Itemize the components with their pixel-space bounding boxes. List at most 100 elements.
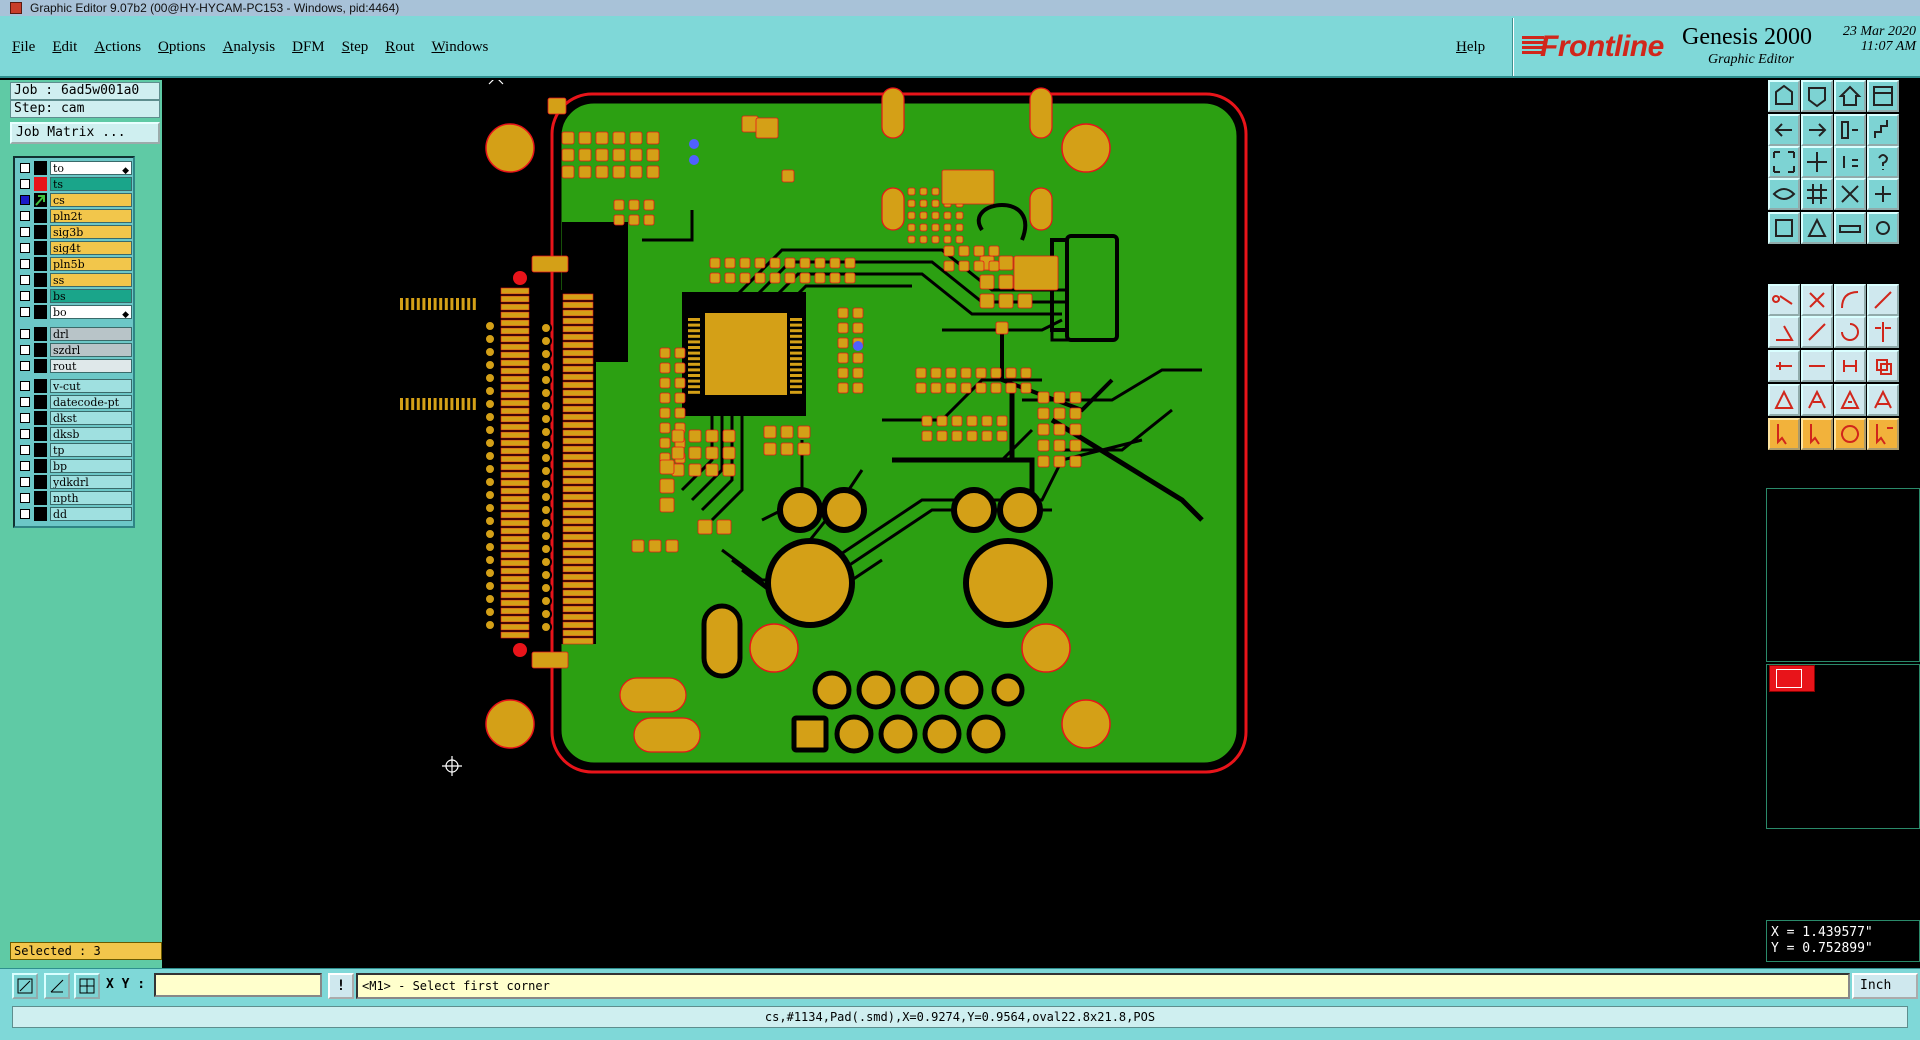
layer-name[interactable]: drl — [50, 327, 132, 341]
layer-name[interactable]: bp — [50, 459, 132, 473]
layer-row-cs[interactable]: cs — [17, 192, 133, 208]
copy-icon[interactable] — [1867, 350, 1899, 382]
selection-preview[interactable] — [1766, 664, 1920, 829]
layer-checkbox[interactable] — [20, 243, 30, 253]
layer-name[interactable]: ts — [50, 177, 132, 191]
layer-name[interactable]: pln5b — [50, 257, 132, 271]
layer-row-datecode-pt[interactable]: datecode-pt — [17, 394, 133, 410]
outline-icon[interactable] — [1834, 384, 1866, 416]
ruler-icon[interactable] — [1834, 212, 1866, 244]
layer-name[interactable]: v-cut — [50, 379, 132, 393]
rectangle-icon[interactable] — [1801, 212, 1833, 244]
layer-checkbox[interactable] — [20, 361, 30, 371]
job-matrix-button[interactable]: Job Matrix ... — [10, 122, 160, 144]
snap-icon[interactable] — [1834, 114, 1866, 146]
layer-color-swatch[interactable] — [34, 475, 47, 489]
layer-name[interactable]: datecode-pt — [50, 395, 132, 409]
layer-checkbox[interactable] — [20, 445, 30, 455]
layer-checkbox[interactable] — [20, 179, 30, 189]
select-icon[interactable] — [1801, 418, 1833, 450]
page-up-icon[interactable] — [1768, 80, 1800, 112]
select-area-icon[interactable] — [1768, 212, 1800, 244]
layer-color-swatch[interactable] — [34, 427, 47, 441]
layer-checkbox[interactable] — [20, 413, 30, 423]
layer-row-v-cut[interactable]: v-cut — [17, 378, 133, 394]
pointer-icon[interactable] — [1768, 418, 1800, 450]
layer-color-swatch[interactable] — [34, 507, 47, 521]
overview-window[interactable] — [1766, 488, 1920, 662]
drill-icon[interactable] — [1768, 350, 1800, 382]
layer-color-swatch[interactable] — [34, 161, 47, 175]
menu-actions[interactable]: Actions — [94, 39, 141, 56]
graphic-canvas[interactable] — [162, 80, 1766, 968]
measure-icon[interactable] — [44, 973, 70, 999]
layer-color-swatch[interactable] — [34, 343, 47, 357]
layer-name[interactable]: ydkdrl — [50, 475, 132, 489]
layer-color-swatch[interactable] — [34, 359, 47, 373]
layer-color-swatch[interactable] — [34, 491, 47, 505]
layer-checkbox[interactable] — [20, 381, 30, 391]
layer-row-dkst[interactable]: dkst — [17, 410, 133, 426]
layer-color-swatch[interactable] — [34, 225, 47, 239]
zoom-fit-icon[interactable] — [1801, 146, 1833, 178]
layer-checkbox[interactable] — [20, 493, 30, 503]
layer-name[interactable]: npth — [50, 491, 132, 505]
link-icon[interactable] — [1867, 178, 1899, 210]
triangle-icon[interactable] — [1768, 384, 1800, 416]
layer-color-swatch[interactable] — [34, 241, 47, 255]
question-icon[interactable] — [1867, 146, 1899, 178]
layer-name[interactable]: dkst — [50, 411, 132, 425]
layer-checkbox[interactable] — [20, 345, 30, 355]
layer-color-swatch[interactable] — [34, 177, 47, 191]
window-icon[interactable] — [1867, 80, 1899, 112]
measure-icon[interactable] — [1834, 350, 1866, 382]
layer-name[interactable]: dksb — [50, 427, 132, 441]
menu-step[interactable]: Step — [342, 39, 369, 56]
layer-row-bp[interactable]: bp — [17, 458, 133, 474]
pad-icon[interactable] — [1867, 212, 1899, 244]
layer-color-swatch[interactable] — [34, 273, 47, 287]
delete-icon[interactable] — [1801, 284, 1833, 316]
menu-windows[interactable]: Windows — [431, 39, 488, 56]
layer-name[interactable]: cs — [50, 193, 132, 207]
layer-row-sig4t[interactable]: sig4t — [17, 240, 133, 256]
home-icon[interactable] — [1834, 80, 1866, 112]
menu-options[interactable]: Options — [158, 39, 206, 56]
route-icon[interactable] — [1801, 350, 1833, 382]
layer-color-swatch[interactable] — [34, 209, 47, 223]
layer-row-to[interactable]: to ◆ — [17, 160, 133, 176]
grid-icon[interactable] — [74, 973, 100, 999]
pan-left-icon[interactable] — [1768, 114, 1800, 146]
menu-analysis[interactable]: Analysis — [223, 39, 276, 56]
layer-checkbox[interactable] — [20, 195, 30, 205]
layer-row-rout[interactable]: rout — [17, 358, 133, 374]
layer-checkbox[interactable] — [20, 429, 30, 439]
layer-color-swatch[interactable] — [34, 411, 47, 425]
layer-dropdown-icon[interactable]: ◆ — [122, 308, 129, 318]
layer-color-swatch[interactable] — [34, 305, 47, 319]
fit-screen-icon[interactable] — [1768, 146, 1800, 178]
menu-dfm[interactable]: DFM — [292, 39, 325, 56]
layer-row-bo[interactable]: bo ◆ — [17, 304, 133, 320]
layer-name[interactable]: pln2t — [50, 209, 132, 223]
layer-checkbox[interactable] — [20, 461, 30, 471]
polygon-icon[interactable] — [1801, 384, 1833, 416]
lasso-icon[interactable] — [1834, 418, 1866, 450]
xy-input[interactable] — [154, 973, 322, 997]
layer-name[interactable]: to ◆ — [50, 161, 132, 175]
layer-name[interactable]: szdrl — [50, 343, 132, 357]
layer-row-dksb[interactable]: dksb — [17, 426, 133, 442]
layer-color-swatch[interactable] — [34, 459, 47, 473]
layer-checkbox[interactable] — [20, 211, 30, 221]
layer-name[interactable]: bs — [50, 289, 132, 303]
arc-icon[interactable] — [1834, 284, 1866, 316]
menu-edit[interactable]: Edit — [52, 39, 77, 56]
query-icon[interactable] — [1867, 418, 1899, 450]
pan-right-icon[interactable] — [1801, 114, 1833, 146]
contour-icon[interactable] — [1867, 384, 1899, 416]
layer-checkbox[interactable] — [20, 509, 30, 519]
layer-name[interactable]: bo ◆ — [50, 305, 132, 319]
layer-color-swatch[interactable] — [34, 289, 47, 303]
layer-name[interactable]: rout — [50, 359, 132, 373]
ratio-icon[interactable] — [1834, 146, 1866, 178]
